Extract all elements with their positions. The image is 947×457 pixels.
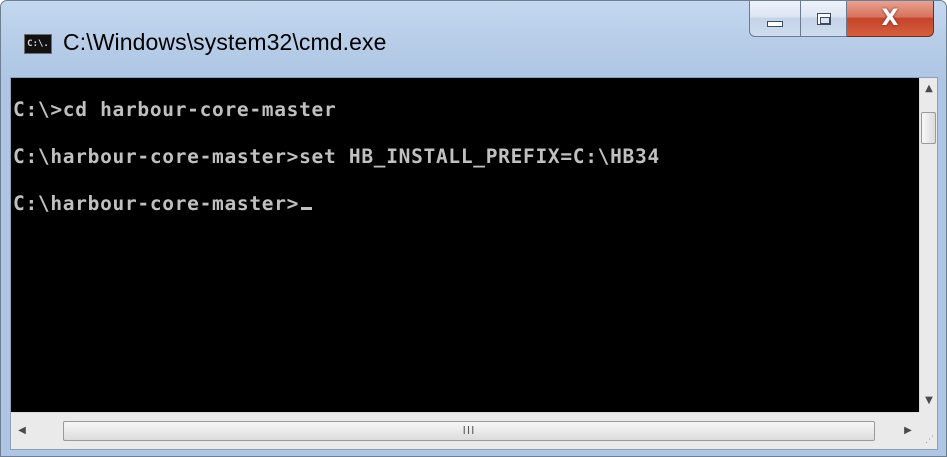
maximize-icon: [816, 12, 831, 25]
cmd-window: C:\. C:\Windows\system32\cmd.exe X C:\>c…: [0, 0, 947, 457]
console-line-2: C:\harbour-core-master>set HB_INSTALL_PR…: [13, 145, 660, 168]
console-line-3: C:\harbour-core-master>: [13, 192, 313, 216]
prompt-text: C:\harbour-core-master>: [13, 192, 300, 215]
scroll-left-arrow-icon[interactable]: ◀: [13, 422, 31, 440]
close-icon: X: [881, 5, 899, 31]
window-title: C:\Windows\system32\cmd.exe: [63, 29, 387, 55]
console-frame: C:\>cd harbour-core-master C:\harbour-co…: [10, 77, 938, 450]
horizontal-scroll-thumb[interactable]: III: [63, 421, 875, 441]
minimize-icon: [767, 20, 783, 27]
scroll-down-arrow-icon[interactable]: ▼: [920, 392, 938, 410]
vertical-scroll-thumb[interactable]: [921, 112, 936, 144]
scroll-up-arrow-icon[interactable]: ▲: [920, 80, 938, 98]
caption-buttons: X: [749, 1, 934, 39]
minimize-button[interactable]: [749, 1, 801, 37]
resize-grip-icon[interactable]: ⋰: [925, 436, 934, 445]
title-bar[interactable]: C:\. C:\Windows\system32\cmd.exe X: [1, 1, 946, 77]
cmd-app-icon[interactable]: C:\.: [24, 34, 52, 54]
scrollbar-corner: ⋰: [919, 412, 937, 449]
horizontal-scrollbar[interactable]: ◀ III ▶: [11, 412, 919, 449]
console-output[interactable]: C:\>cd harbour-core-master C:\harbour-co…: [11, 78, 919, 412]
text-cursor: [301, 207, 313, 210]
close-button[interactable]: X: [847, 1, 934, 37]
maximize-button[interactable]: [801, 1, 847, 37]
thumb-grip-icon: III: [462, 424, 476, 437]
vertical-scrollbar[interactable]: ▲ ▼: [919, 78, 937, 412]
scroll-right-arrow-icon[interactable]: ▶: [899, 422, 917, 440]
console-line-1: C:\>cd harbour-core-master: [13, 98, 337, 121]
